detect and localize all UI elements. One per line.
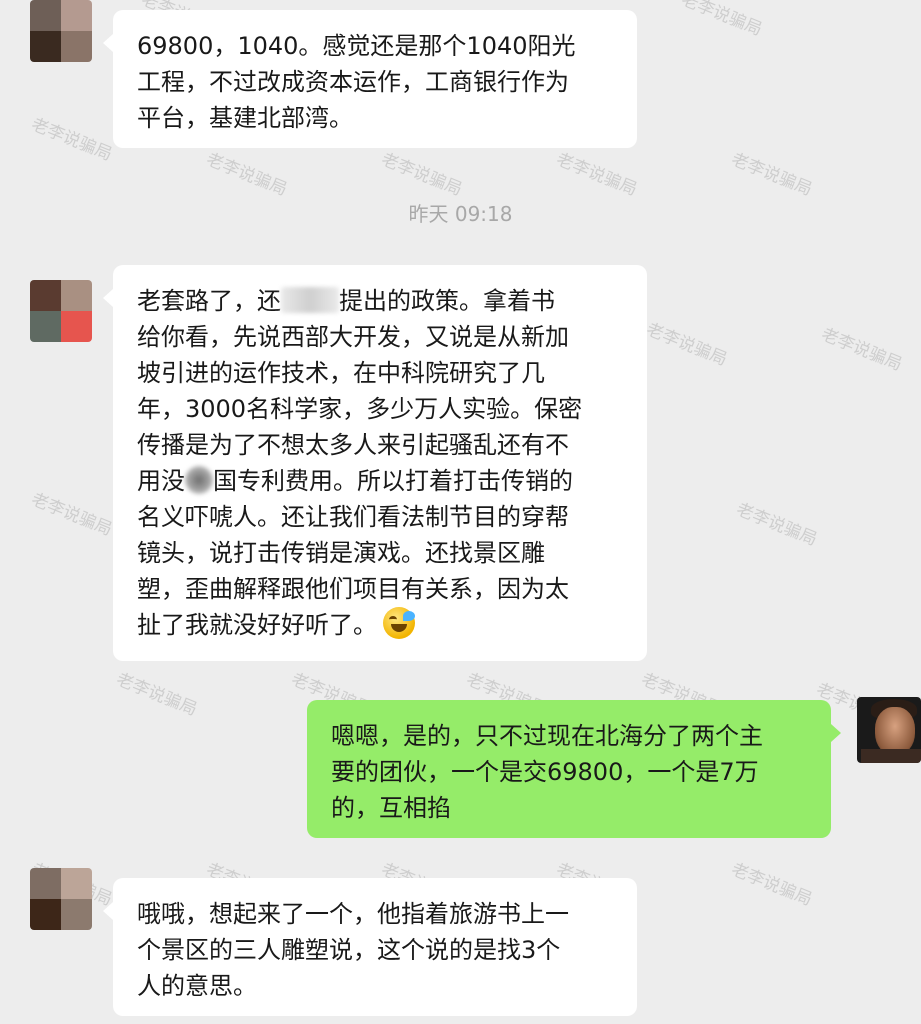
- watermark: 老李说骗局: [378, 149, 465, 201]
- watermark: 老李说骗局: [728, 149, 815, 201]
- message-text: 用没: [137, 467, 185, 495]
- message-line: 坡引进的运作技术，在中科院研究了几: [137, 359, 545, 387]
- message-line: 69800，1040。感觉还是那个1040阳光: [137, 32, 576, 60]
- chat-window: 老李说骗局 老李说骗局 老李说骗局 老李说骗局 老李说骗局 老李说骗局 老李说骗…: [0, 0, 921, 1024]
- crying-laughing-emoji-icon: [383, 607, 415, 639]
- message-line: 名义吓唬人。还让我们看法制节目的穿帮: [137, 503, 569, 531]
- message-line: 年，3000名科学家，多少万人实验。保密: [137, 395, 583, 423]
- watermark: 老李说骗局: [818, 324, 905, 376]
- watermark: 老李说骗局: [728, 859, 815, 911]
- message-line: 镜头，说打击传销是演戏。还找景区雕: [137, 539, 545, 567]
- message-timestamp: 昨天 09:18: [408, 202, 513, 226]
- message-line: 工程，不过改成资本运作，工商银行作为: [137, 68, 569, 96]
- message-bubble-outgoing[interactable]: 嗯嗯，是的，只不过现在北海分了两个主 要的团伙，一个是交69800，一个是7万 …: [307, 700, 841, 838]
- watermark: 老李说骗局: [28, 489, 115, 541]
- message-line: 传播是为了不想太多人来引起骚乱还有不: [137, 431, 569, 459]
- message-line: 哦哦，想起来了一个，他指着旅游书上一: [137, 900, 569, 928]
- redacted-blur: [185, 466, 213, 494]
- message-line: 平台，基建北部湾。: [137, 104, 353, 132]
- contact-avatar[interactable]: [30, 280, 92, 342]
- message-text: 国专利费用。所以打着打击传销的: [213, 467, 573, 495]
- message-line: 老套路了，还 提出的政策。拿着书: [137, 283, 647, 319]
- message-bubble-incoming[interactable]: 69800，1040。感觉还是那个1040阳光 工程，不过改成资本运作，工商银行…: [103, 10, 637, 148]
- message-text: 扯了我就没好好听了。: [137, 611, 377, 639]
- message-line: 嗯嗯，是的，只不过现在北海分了两个主: [331, 722, 763, 750]
- message-line: 的，互相掐: [331, 794, 451, 822]
- contact-avatar[interactable]: [30, 0, 92, 62]
- message-line: 要的团伙，一个是交69800，一个是7万: [331, 758, 759, 786]
- message-text: 提出的政策。拿着书: [339, 287, 555, 315]
- message-bubble-incoming[interactable]: 哦哦，想起来了一个，他指着旅游书上一 个景区的三人雕塑说，这个说的是找3个 人的…: [103, 878, 637, 1016]
- message-line: 个景区的三人雕塑说，这个说的是找3个: [137, 936, 561, 964]
- message-line: 用没 国专利费用。所以打着打击传销的: [137, 463, 647, 499]
- watermark: 老李说骗局: [553, 149, 640, 201]
- message-bubble-incoming[interactable]: 老套路了，还 提出的政策。拿着书 给你看，先说西部大开发，又说是从新加 坡引进的运…: [103, 265, 647, 661]
- message-line: 给你看，先说西部大开发，又说是从新加: [137, 323, 569, 351]
- watermark: 老李说骗局: [113, 669, 200, 721]
- redacted-blur: [281, 287, 339, 313]
- message-line: 人的意思。: [137, 972, 257, 1000]
- message-line: 扯了我就没好好听了。: [137, 607, 647, 643]
- contact-avatar[interactable]: [30, 868, 92, 930]
- message-text: 老套路了，还: [137, 287, 281, 315]
- watermark: 老李说骗局: [733, 499, 820, 551]
- watermark: 老李说骗局: [678, 0, 765, 41]
- watermark: 老李说骗局: [203, 149, 290, 201]
- message-line: 塑，歪曲解释跟他们项目有关系，因为太: [137, 575, 569, 603]
- watermark: 老李说骗局: [643, 319, 730, 371]
- self-avatar[interactable]: [857, 697, 921, 763]
- watermark: 老李说骗局: [28, 114, 115, 166]
